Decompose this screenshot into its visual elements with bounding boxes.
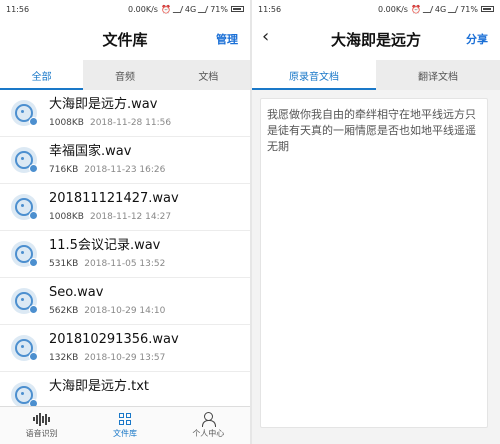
audio-file-icon bbox=[11, 194, 38, 220]
carrier-label: 4G bbox=[184, 4, 197, 14]
file-size: 531KB bbox=[49, 259, 79, 269]
tab-audio[interactable]: 音频 bbox=[83, 60, 167, 90]
file-row[interactable]: 大海即是远方.txt bbox=[0, 372, 250, 406]
status-time: 11:56 bbox=[258, 4, 282, 14]
page-title: 文件库 bbox=[102, 30, 148, 49]
nav-label: 语音识别 bbox=[25, 429, 58, 438]
audio-file-icon bbox=[11, 288, 38, 314]
alarm-icon: ⏰ bbox=[160, 4, 171, 14]
file-date: 2018-10-29 13:57 bbox=[84, 353, 166, 363]
nav-label: 个人中心 bbox=[192, 429, 225, 438]
battery-icon bbox=[481, 6, 494, 12]
file-name: 11.5会议记录.wav bbox=[49, 238, 161, 253]
tab-translation[interactable]: 翻译文档 bbox=[376, 60, 500, 90]
status-time: 11:56 bbox=[6, 4, 30, 14]
file-size: 562KB bbox=[49, 306, 79, 316]
file-date: 2018-11-05 13:52 bbox=[84, 259, 166, 269]
tab-original-transcript[interactable]: 原录音文档 bbox=[252, 60, 376, 90]
title-bar: ‹ 大海即是远方 分享 bbox=[252, 18, 500, 60]
transcript-textbox[interactable]: 我愿做你我自由的牵绊相守在地平线远方只是徒有天真的一厢情愿是否也如地平线遥遥无期 bbox=[260, 98, 488, 428]
manage-button[interactable]: 管理 bbox=[216, 31, 238, 47]
wifi-icon bbox=[197, 5, 209, 13]
nav-personal-center[interactable]: 个人中心 bbox=[167, 407, 250, 444]
file-size: 1008KB bbox=[49, 212, 84, 222]
filter-tabs: 全部 音频 文档 bbox=[0, 60, 250, 90]
file-date: 2018-11-12 14:27 bbox=[89, 212, 172, 222]
file-name: Seo.wav bbox=[49, 285, 104, 300]
file-date: 2018-11-28 11:56 bbox=[89, 118, 172, 128]
file-size: 132KB bbox=[49, 353, 79, 363]
document-area: 我愿做你我自由的牵绊相守在地平线远方只是徒有天真的一厢情愿是否也如地平线遥遥无期 bbox=[252, 90, 500, 444]
file-row[interactable]: 11.5会议记录.wav 531KB 2018-11-05 13:52 bbox=[0, 231, 250, 278]
document-tabs: 原录音文档 翻译文档 bbox=[252, 60, 500, 90]
transcript-text: 我愿做你我自由的牵绊相守在地平线远方只是徒有天真的一厢情愿是否也如地平线遥遥无期 bbox=[267, 108, 476, 153]
audio-file-icon bbox=[11, 335, 38, 361]
tab-all[interactable]: 全部 bbox=[0, 60, 84, 90]
file-list: 大海即是远方.wav 1008KB 2018-11-28 11:56 幸福国家.w… bbox=[0, 90, 250, 406]
nav-label: 文件库 bbox=[112, 429, 137, 438]
file-row[interactable]: 幸福国家.wav 716KB 2018-11-23 16:26 bbox=[0, 137, 250, 184]
nav-speech-recognition[interactable]: 语音识别 bbox=[0, 407, 83, 444]
battery-percent: 71% bbox=[210, 4, 228, 14]
file-row[interactable]: 201810291356.wav 132KB 2018-10-29 13:57 bbox=[0, 325, 250, 372]
tab-documents[interactable]: 文档 bbox=[166, 60, 250, 90]
grid-icon bbox=[118, 412, 131, 426]
file-name: 201810291356.wav bbox=[49, 332, 179, 347]
document-detail-screen: 11:56 0.00K/s ⏰ 4G 71% ‹ 大海即是远方 分享 原录音文档… bbox=[252, 0, 500, 444]
text-file-icon bbox=[11, 382, 38, 406]
back-icon[interactable]: ‹ bbox=[262, 27, 269, 47]
signal-icon bbox=[172, 5, 184, 13]
file-name: 幸福国家.wav bbox=[49, 144, 132, 159]
status-bar: 11:56 0.00K/s ⏰ 4G 71% bbox=[0, 0, 250, 18]
file-name: 大海即是远方.wav bbox=[49, 97, 158, 112]
title-bar: 文件库 管理 bbox=[0, 18, 250, 60]
audio-file-icon bbox=[11, 100, 38, 126]
file-row[interactable]: 201811121427.wav 1008KB 2018-11-12 14:27 bbox=[0, 184, 250, 231]
file-date: 2018-10-29 14:10 bbox=[84, 306, 166, 316]
person-icon bbox=[201, 412, 217, 427]
file-row[interactable]: 大海即是远方.wav 1008KB 2018-11-28 11:56 bbox=[0, 90, 250, 137]
bottom-navigation: 语音识别 文件库 个人中心 bbox=[0, 406, 250, 444]
file-name: 大海即是远方.txt bbox=[49, 379, 150, 394]
file-row[interactable]: Seo.wav 562KB 2018-10-29 14:10 bbox=[0, 278, 250, 325]
audio-file-icon bbox=[11, 147, 38, 173]
status-bar: 11:56 0.00K/s ⏰ 4G 71% bbox=[252, 0, 500, 18]
battery-percent: 71% bbox=[460, 4, 478, 14]
waveform-icon bbox=[33, 412, 50, 426]
network-speed: 0.00K/s bbox=[378, 4, 408, 14]
nav-file-library[interactable]: 文件库 bbox=[83, 407, 166, 444]
file-date: 2018-11-23 16:26 bbox=[84, 165, 166, 175]
wifi-icon bbox=[447, 5, 459, 13]
share-button[interactable]: 分享 bbox=[466, 31, 488, 47]
carrier-label: 4G bbox=[434, 4, 447, 14]
battery-icon bbox=[231, 6, 244, 12]
page-title: 大海即是远方 bbox=[330, 30, 421, 49]
file-library-screen: 11:56 0.00K/s ⏰ 4G 71% 文件库 管理 全部 音频 文档 大… bbox=[0, 0, 250, 444]
file-size: 1008KB bbox=[49, 118, 84, 128]
network-speed: 0.00K/s bbox=[128, 4, 158, 14]
file-size: 716KB bbox=[49, 165, 79, 175]
file-name: 201811121427.wav bbox=[49, 191, 179, 206]
signal-icon bbox=[422, 5, 434, 13]
audio-file-icon bbox=[11, 241, 38, 267]
alarm-icon: ⏰ bbox=[410, 4, 421, 14]
